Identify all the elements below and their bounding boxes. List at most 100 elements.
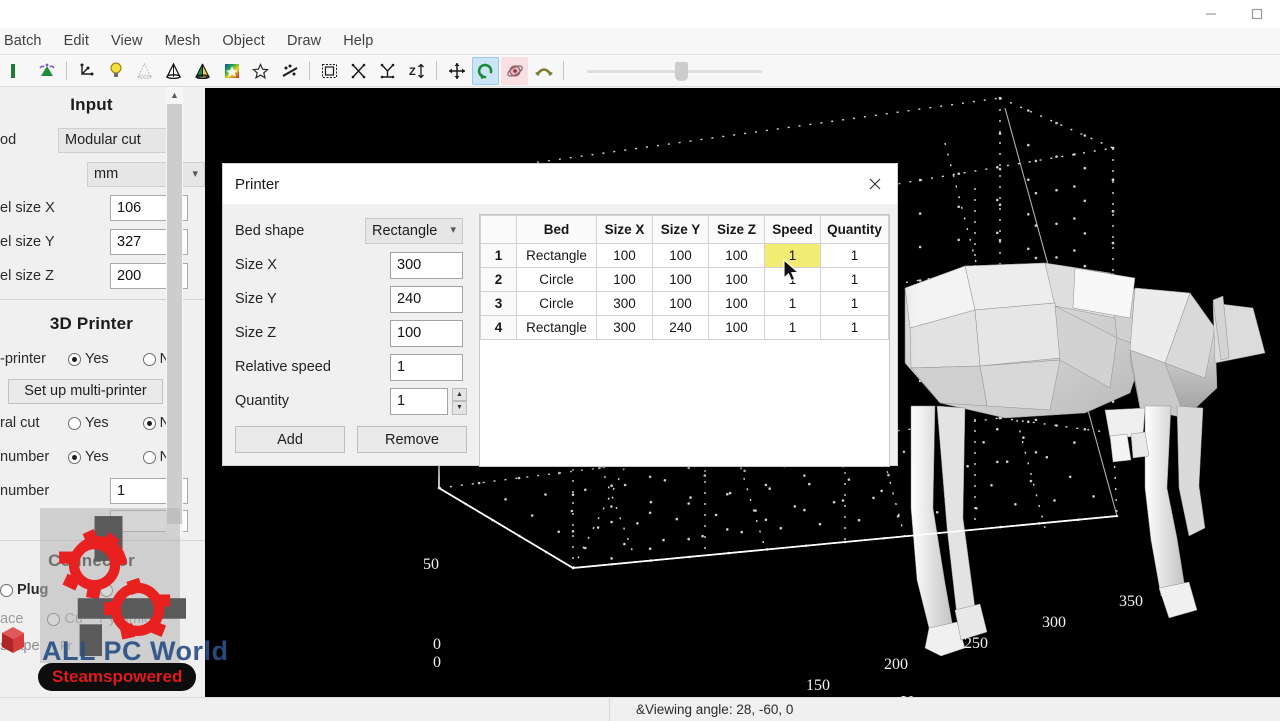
rotate-icon[interactable] — [472, 56, 499, 85]
cell-size-z[interactable]: 100 — [708, 243, 765, 268]
quantity-stepper[interactable]: ▲ ▼ — [452, 387, 467, 415]
printer-table-panel[interactable]: Bed Size X Size Y Size Z Speed Quantity … — [479, 214, 890, 467]
cell-size-x[interactable]: 300 — [596, 315, 653, 340]
mesh-tree-icon[interactable] — [33, 57, 60, 85]
menu-item-edit[interactable]: Edit — [53, 30, 100, 52]
col-header-index — [480, 215, 517, 244]
size-z-input[interactable]: 100 — [390, 319, 463, 347]
cell-bed[interactable]: Circle — [516, 291, 597, 316]
slider-thumb[interactable] — [675, 61, 688, 81]
cell-speed[interactable]: 1 — [764, 291, 821, 316]
cell-size-x[interactable]: 100 — [596, 243, 653, 268]
table-row[interactable]: 2 Circle 100 100 100 1 1 — [480, 267, 889, 292]
shaded-cone-icon[interactable] — [189, 57, 216, 85]
axes-icon[interactable] — [73, 57, 100, 85]
mirror-y-icon[interactable] — [374, 57, 401, 85]
menu-item-object[interactable]: Object — [211, 30, 276, 52]
table-row[interactable]: 3 Circle 300 100 100 1 1 — [480, 291, 889, 316]
statusbar-text: &Viewing angle: 28, -60, 0 — [636, 701, 794, 717]
svg-text:Z: Z — [409, 66, 416, 78]
cell-quantity[interactable]: 1 — [820, 243, 889, 268]
table-row[interactable]: 4 Rectangle 300 240 100 1 1 — [480, 315, 889, 340]
table-row[interactable]: 1 Rectangle 100 100 100 1 1 — [480, 243, 889, 268]
cell-size-z[interactable]: 100 — [708, 267, 765, 292]
wireframe-cone-icon[interactable] — [131, 57, 158, 85]
size-x-input[interactable]: 300 — [390, 251, 463, 279]
cell-size-y[interactable]: 100 — [652, 267, 709, 292]
cell-bed[interactable]: Circle — [516, 267, 597, 292]
menu-item-draw[interactable]: Draw — [276, 30, 332, 52]
menu-item-view[interactable]: View — [100, 30, 154, 52]
bounding-box-icon[interactable] — [316, 57, 343, 85]
star-icon[interactable] — [247, 57, 274, 85]
relative-speed-input[interactable]: 1 — [390, 353, 463, 381]
cell-size-z[interactable]: 100 — [708, 291, 765, 316]
scroll-up-icon[interactable]: ▲ — [166, 87, 183, 102]
size-y-input[interactable]: 240 — [390, 285, 463, 313]
scale-z-icon[interactable]: Z — [403, 57, 430, 85]
undo-arc-icon[interactable] — [530, 57, 557, 85]
window-titlebar — [0, 0, 1280, 28]
mirror-x-icon[interactable] — [345, 57, 372, 85]
cell-size-z[interactable]: 100 — [708, 315, 765, 340]
printer-dialog[interactable]: Printer Bed shape Rectangle ▾ Size X 300… — [222, 163, 898, 467]
menu-item-mesh[interactable]: Mesh — [154, 30, 212, 52]
multiprinter-yes-radio[interactable]: Yes — [68, 351, 119, 367]
spiralcut-yes-radio[interactable]: Yes — [68, 415, 119, 431]
cell-size-y[interactable]: 100 — [652, 243, 709, 268]
sidebar-scrollbar[interactable]: ▲ — [166, 87, 183, 537]
setup-multiprinter-button[interactable]: Set up multi-printer — [8, 378, 163, 404]
size-y-label: Size Y — [235, 291, 277, 307]
menu-item-help[interactable]: Help — [332, 30, 384, 52]
model-size-z-value: 200 — [117, 268, 142, 284]
z-tick-0: 0 — [433, 636, 441, 653]
cell-size-y[interactable]: 240 — [652, 315, 709, 340]
scrollbar-thumb[interactable] — [167, 104, 182, 524]
cell-quantity[interactable]: 1 — [820, 315, 889, 340]
y-tick-300: 300 — [1042, 614, 1066, 631]
move-icon[interactable] — [443, 57, 470, 85]
menu-item-batch[interactable]: Batch — [0, 30, 53, 52]
remove-button[interactable]: Remove — [357, 426, 467, 453]
unit-select[interactable]: mm ▾ — [87, 161, 205, 187]
cell-size-x[interactable]: 100 — [596, 267, 653, 292]
minimize-button[interactable] — [1188, 0, 1234, 28]
light-bulb-icon[interactable] — [102, 57, 129, 85]
cell-bed[interactable]: Rectangle — [516, 315, 597, 340]
orbit-icon[interactable] — [501, 56, 528, 85]
document-edge-icon[interactable] — [4, 57, 31, 85]
view-slider[interactable] — [587, 61, 762, 81]
col-header-size-z: Size Z — [708, 215, 765, 244]
outline-cone-icon[interactable] — [160, 57, 187, 85]
cell-size-x[interactable]: 300 — [596, 291, 653, 316]
sidebar-spiralcut-label: ral cut — [0, 415, 40, 431]
size-y-row: Size Y 240 — [235, 282, 467, 316]
watermark-badge: Steamspowered — [38, 663, 197, 691]
stepper-down-icon[interactable]: ▼ — [452, 401, 467, 415]
method-select[interactable]: Modular cut ▾ — [58, 127, 180, 153]
cell-bed[interactable]: Rectangle — [516, 243, 597, 268]
relative-speed-label: Relative speed — [235, 359, 331, 375]
close-icon[interactable] — [853, 164, 897, 204]
add-button[interactable]: Add — [235, 426, 345, 453]
number-yes-radio[interactable]: Yes — [68, 449, 119, 465]
maximize-button[interactable] — [1234, 0, 1280, 28]
cell-quantity[interactable]: 1 — [820, 291, 889, 316]
dialog-body: Bed shape Rectangle ▾ Size X 300 Size Y … — [223, 204, 897, 467]
cell-quantity[interactable]: 1 — [820, 267, 889, 292]
model-size-y-value: 327 — [117, 234, 142, 250]
points-line-icon[interactable] — [276, 57, 303, 85]
radio-dot-icon — [0, 583, 13, 597]
bed-shape-row: Bed shape Rectangle ▾ — [235, 214, 467, 248]
cell-size-y[interactable]: 100 — [652, 291, 709, 316]
number-input-value: 1 — [117, 483, 126, 499]
col-header-speed: Speed — [764, 215, 821, 244]
bed-shape-select[interactable]: Rectangle ▾ — [365, 218, 463, 244]
red-cube-icon — [2, 627, 24, 653]
stepper-up-icon[interactable]: ▲ — [452, 387, 467, 401]
quantity-input[interactable]: 1 — [390, 387, 448, 415]
statusbar: &Viewing angle: 28, -60, 0 — [0, 697, 1280, 721]
color-gradient-icon[interactable] — [218, 57, 245, 85]
cell-speed[interactable]: 1 — [764, 315, 821, 340]
radio-dot-icon — [142, 352, 156, 366]
